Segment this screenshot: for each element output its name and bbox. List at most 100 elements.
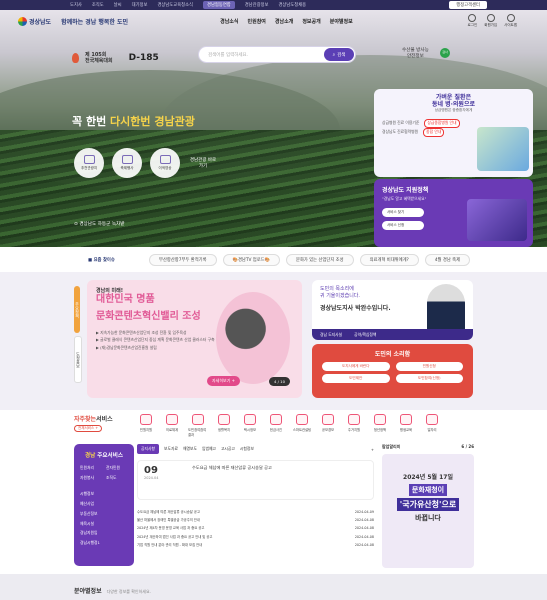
search-button[interactable]: ⌕ 검색 <box>324 48 354 61</box>
menu-item[interactable]: 경남소식 <box>220 18 238 25</box>
main-service-option[interactable]: 자원봉사 <box>80 475 102 481</box>
service-item[interactable]: 일자리 <box>422 414 442 437</box>
news-row[interactable]: 2024년 계산하여 법인 사업 과 중요 공고 안내 및 공고 2024-04-… <box>137 533 374 541</box>
login-button[interactable]: 로그인 <box>468 14 477 28</box>
utility-link[interactable]: 조직도 <box>92 2 104 8</box>
radiation-info-link[interactable]: 수산물 방사능 안전정보 검사 <box>402 48 450 60</box>
menu-item[interactable]: 정보공개 <box>302 18 320 25</box>
quick-link-video[interactable]: 이색영상 <box>150 148 180 178</box>
service-item[interactable]: 택시정보 <box>240 414 260 437</box>
featured-news[interactable]: 09 2024.04 수도요금 체납에 따른 재산압류 공시송달 공고 <box>137 460 374 500</box>
cable-car-icon <box>83 155 95 164</box>
service-item[interactable]: 헌금사진 <box>266 414 286 437</box>
service-label: 택시정보 <box>243 428 257 432</box>
main-service-option[interactable]: 조직도 <box>106 475 128 481</box>
tab-explanation[interactable]: 해명보도 <box>183 446 197 452</box>
voice-link[interactable]: 도지사에게 바란다 <box>322 362 390 371</box>
apply-service-button[interactable]: 서비스 신청 <box>382 221 424 230</box>
popup-pager[interactable]: 6 / 26 <box>461 444 474 450</box>
ticker-item[interactable]: 의료개혁 비대위에게? <box>359 253 419 266</box>
main-service-option[interactable]: 민원처리 <box>80 465 102 471</box>
ticker-item[interactable]: 문화가 있는 산업단지 조성 <box>286 253 354 266</box>
news-date: 2024-04-08 <box>354 542 374 547</box>
clinic-chip[interactable]: 종합 안내 <box>423 128 445 138</box>
hero-caption-text: 경상남도 하동군 녹차밭 <box>79 222 125 227</box>
tab-notice[interactable]: 공지사항 <box>137 444 159 454</box>
ticker-item[interactable]: 4월 경남 축제 <box>424 253 471 266</box>
ticker-item[interactable]: 부산항산항7부두 환적기록 <box>149 253 217 266</box>
clinic-chip[interactable]: 상급종합병원 안내 <box>424 119 460 129</box>
quick-link-label: 추천관광지 <box>80 166 98 170</box>
utility-link[interactable]: 경상남도청채용 <box>278 2 306 8</box>
voice-link[interactable]: 도민참여(신청) <box>395 374 463 383</box>
service-item[interactable]: 생활복지 <box>214 414 234 437</box>
search-input[interactable]: 검색어를 입력하세요. ⌕ 검색 <box>198 46 356 63</box>
utility-link[interactable]: 대기정보 <box>132 2 148 8</box>
tab-main-policy[interactable]: 주요정책 <box>74 286 80 333</box>
tab-announcement[interactable]: 고시공고 <box>221 446 235 452</box>
service-item[interactable]: 스마트컨설팅 <box>292 414 312 437</box>
quick-link-label: 이색영상 <box>158 166 172 170</box>
quick-link-recommend[interactable]: 추천관광지 <box>74 148 104 178</box>
sitemap-label: 사이트맵 <box>504 23 517 27</box>
news-row[interactable]: 2024년 제4차 운영 운영 교육 사업 과 중요 공고 2024-04-08 <box>137 524 374 532</box>
policy-card[interactable]: 경상남도 지원정책 "경남도 알고 혜택받으세요" 서비스 찾기 서비스 신청 <box>374 179 533 247</box>
quick-link-festival[interactable]: 축제행사 <box>112 148 142 178</box>
voice-link[interactable]: 민원신청 <box>395 362 463 371</box>
service-item[interactable]: 청년정책 <box>370 414 390 437</box>
utility-link[interactable]: 경남관광정보 <box>245 2 269 8</box>
main-service-link[interactable]: 시행정보 <box>80 489 128 499</box>
clinic-notice-card[interactable]: 가벼운 질환은 동네 병·의원으로 상급병원은 중증환자에게 상급병원 진료 이용… <box>374 89 533 177</box>
sports-event-dday[interactable]: 제 105회 전국체육대회 D-185 <box>72 52 159 64</box>
main-service-option[interactable]: 전자민원 <box>106 465 128 471</box>
customer-center-button[interactable]: 행정고객센터 <box>449 1 487 9</box>
tab-promotion[interactable]: 도정홍보 <box>74 336 82 383</box>
news-row[interactable]: 수도요금 체납에 따른 재산압류 공시송달 공고 2024-04-09 <box>137 508 374 516</box>
news-row[interactable]: 불산 마을에서 장애인 특별공급 가공주의 안내 2024-04-08 <box>137 516 374 524</box>
tab-legislation[interactable]: 입법예고 <box>202 446 216 452</box>
news-row[interactable]: 기업 직원 안내 분야 관리 직원 - 확대 모집 안내 2024-04-08 <box>137 541 374 549</box>
signup-label: 회원가입 <box>484 23 498 27</box>
banner-more-button[interactable]: 자세히보기 + <box>206 376 240 386</box>
popup-card[interactable]: 2024년 5월 17일 문화재청이 '국가유산청'으로 바뀝니다 <box>382 454 474 568</box>
menu-item[interactable]: 경남소개 <box>275 18 293 25</box>
service-item[interactable]: 도민창여참여결과 <box>188 414 208 437</box>
ticker-item[interactable]: 🎨경남TV 업로드🎨 <box>222 253 280 266</box>
service-label: 평생교육 <box>399 428 413 432</box>
find-service-button[interactable]: 서비스 찾기 <box>382 208 424 217</box>
utility-link[interactable]: 날씨 <box>114 2 122 8</box>
policy-banner[interactable]: 경남의 미래! 대한민국 명품 문화콘텐츠혁신밸리 조성 ▶ 지속가능한 문화콘… <box>87 280 302 398</box>
utility-link[interactable]: 경상남도교육청소식 <box>157 2 193 8</box>
menu-item[interactable]: 민원참여 <box>248 18 266 25</box>
service-item[interactable]: 평생교육 <box>396 414 416 437</box>
site-logo[interactable]: 경상남도 <box>18 16 51 26</box>
news-date: 2024-04-08 <box>354 534 374 539</box>
service-item[interactable]: 의료체계 <box>162 414 182 437</box>
ticker-label: ■ 요즘 찾이슈 <box>88 257 115 263</box>
main-service-link[interactable]: 부동산정보 <box>80 509 128 519</box>
news-title: 불산 마을에서 장애인 특별공급 가공주의 안내 <box>137 518 200 523</box>
main-service-link[interactable]: 경남지원입 <box>80 528 128 538</box>
menu-item[interactable]: 분야별정보 <box>330 18 353 25</box>
news-date: 2024-04-08 <box>354 518 374 523</box>
utility-link[interactable]: 도지사 <box>70 2 82 8</box>
voice-link[interactable]: 도민제안 <box>322 374 390 383</box>
governor-card[interactable]: 도민의 목소리에 귀 기울이겠습니다. 경상남도지사 박완수입니다. 경남 도지사… <box>312 280 473 340</box>
utility-link[interactable]: 경남협동연합 <box>203 1 235 9</box>
tab-exam[interactable]: 시험정보 <box>240 446 254 452</box>
banner-pager[interactable]: 4 / 10 <box>269 377 290 386</box>
pledge-link[interactable]: 공약/핵심정책 <box>354 332 376 338</box>
news-more-button[interactable]: + <box>371 447 374 452</box>
signup-button[interactable]: 회원가입 <box>484 14 497 28</box>
service-item[interactable]: 민원지원 <box>136 414 156 437</box>
main-service-link[interactable]: 경남시행정1 <box>80 538 128 548</box>
main-service-link[interactable]: 체육시설 <box>80 519 128 529</box>
main-service-link[interactable]: 예산사업 <box>80 499 128 509</box>
service-item[interactable]: 주거지원 <box>344 414 364 437</box>
governor-office-link[interactable]: 경남 도지사실 <box>320 332 342 338</box>
sitemap-button[interactable]: 사이트맵 <box>504 14 517 28</box>
tour-shortcut-link[interactable]: 경남관광 바로가기 <box>188 148 218 178</box>
all-services-button[interactable]: 전체서비스 + <box>74 425 103 432</box>
service-item[interactable]: 공모경보 <box>318 414 338 437</box>
tab-press[interactable]: 보도자료 <box>164 446 178 452</box>
